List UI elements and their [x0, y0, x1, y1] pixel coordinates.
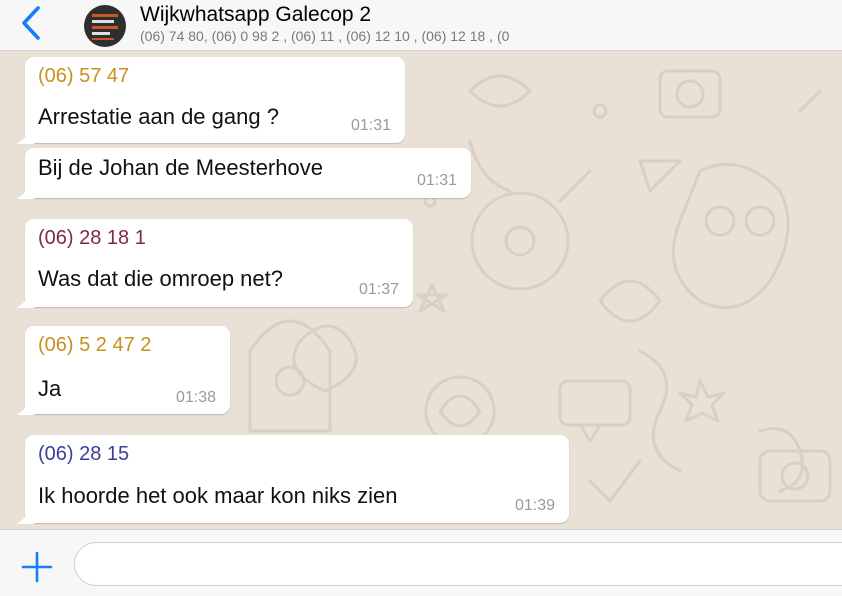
- message-list[interactable]: (06) 57 47 Arrestatie aan de gang ? 01:3…: [0, 51, 842, 529]
- message-text: Was dat die omroep net?: [38, 266, 283, 291]
- message-time: 01:38: [175, 389, 216, 406]
- participants-list[interactable]: (06) 74 80, (06) 0 98 2 , (06) 11 , (06)…: [140, 28, 509, 44]
- chat-header: Wijkwhatsapp Galecop 2 (06) 74 80, (06) …: [0, 0, 842, 51]
- plus-icon: [21, 551, 53, 583]
- message-sender[interactable]: (06) 57 47: [38, 65, 129, 88]
- message-bubble[interactable]: (06) 28 18 1 Was dat die omroep net? 01:…: [16, 219, 413, 308]
- bubble-tail: [16, 128, 34, 144]
- message-text: Ik hoorde het ook maar kon niks zien: [38, 483, 398, 508]
- message-time: 01:37: [358, 281, 399, 298]
- message-text: Arrestatie aan de gang ?: [38, 104, 279, 129]
- back-button[interactable]: [14, 6, 48, 40]
- bubble-tail: [16, 292, 34, 308]
- bubble-tail: [16, 508, 34, 524]
- message-sender[interactable]: (06) 5 2 47 2: [38, 334, 151, 357]
- message-bubble[interactable]: (06) 5 2 47 2 Ja 01:38: [16, 326, 230, 415]
- message-input[interactable]: [74, 542, 842, 586]
- chat-title[interactable]: Wijkwhatsapp Galecop 2: [140, 3, 371, 27]
- chevron-left-icon: [22, 6, 40, 40]
- message-bubble[interactable]: Bij de Johan de Meesterhove 01:31: [16, 148, 471, 199]
- message-time: 01:31: [350, 117, 391, 134]
- message-text: Bij de Johan de Meesterhove: [38, 155, 323, 180]
- message-sender[interactable]: (06) 28 15: [38, 443, 129, 466]
- bubble-tail: [16, 183, 34, 199]
- message-time: 01:39: [514, 497, 555, 514]
- message-bubble[interactable]: (06) 57 47 Arrestatie aan de gang ? 01:3…: [16, 57, 405, 144]
- message-sender[interactable]: (06) 28 18 1: [38, 227, 146, 250]
- message-bubble[interactable]: (06) 28 15 Ik hoorde het ook maar kon ni…: [16, 435, 569, 524]
- composer-bar: [0, 529, 842, 596]
- message-time: 01:31: [416, 172, 457, 189]
- group-avatar[interactable]: [84, 5, 126, 47]
- attach-button[interactable]: [20, 550, 54, 584]
- bubble-tail: [16, 399, 34, 415]
- message-text: Ja: [38, 376, 62, 401]
